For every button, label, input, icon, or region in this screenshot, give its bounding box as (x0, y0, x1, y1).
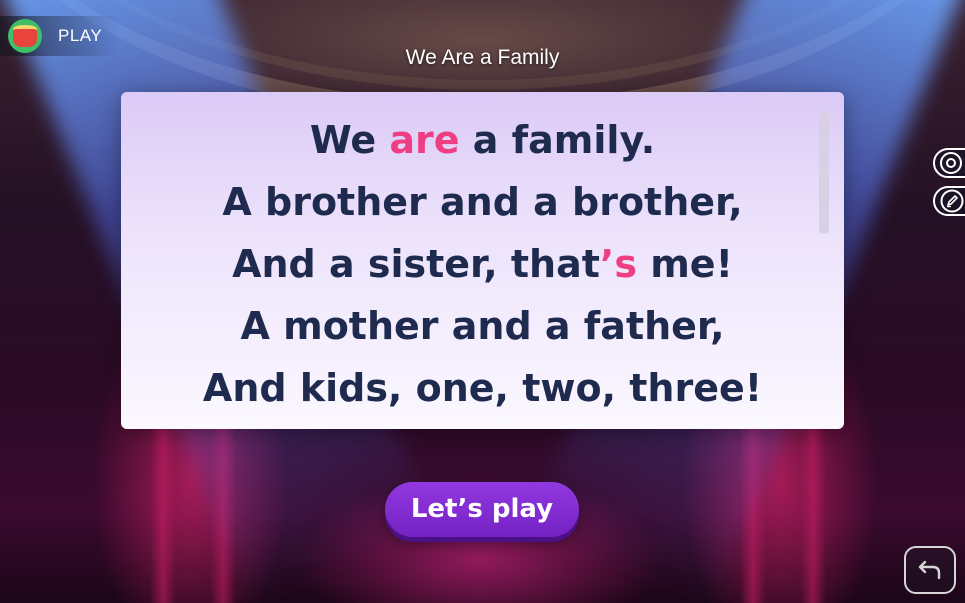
lyric-line: A mother and a father, (240, 304, 725, 348)
highlighted-word: ’s (599, 242, 637, 286)
target-icon (940, 152, 962, 174)
curtain-light (150, 420, 176, 603)
target-tool-button[interactable] (933, 148, 965, 178)
lyric-line: And kids, one, two, three! (202, 366, 763, 410)
lyrics-scrollbar[interactable] (819, 110, 829, 234)
lets-play-button[interactable]: Let’s play (385, 482, 579, 537)
back-arrow-icon (918, 560, 941, 580)
song-title: We Are a Family (405, 46, 560, 69)
lyrics-list: We are a family. A brother and a brother… (121, 109, 844, 419)
lyric-line: A brother and a brother, (222, 180, 743, 224)
lyric-line: And a sister, that’s me! (232, 242, 733, 286)
back-button[interactable] (904, 546, 956, 594)
lyric-line: We are a family. (309, 118, 656, 162)
highlighted-word: are (389, 118, 460, 162)
pen-icon (940, 189, 964, 213)
mode-label: PLAY (58, 26, 103, 45)
lyrics-card[interactable]: We are a family. A brother and a brother… (121, 92, 844, 429)
curtain-light (800, 420, 826, 603)
pen-tool-button[interactable] (933, 186, 965, 216)
